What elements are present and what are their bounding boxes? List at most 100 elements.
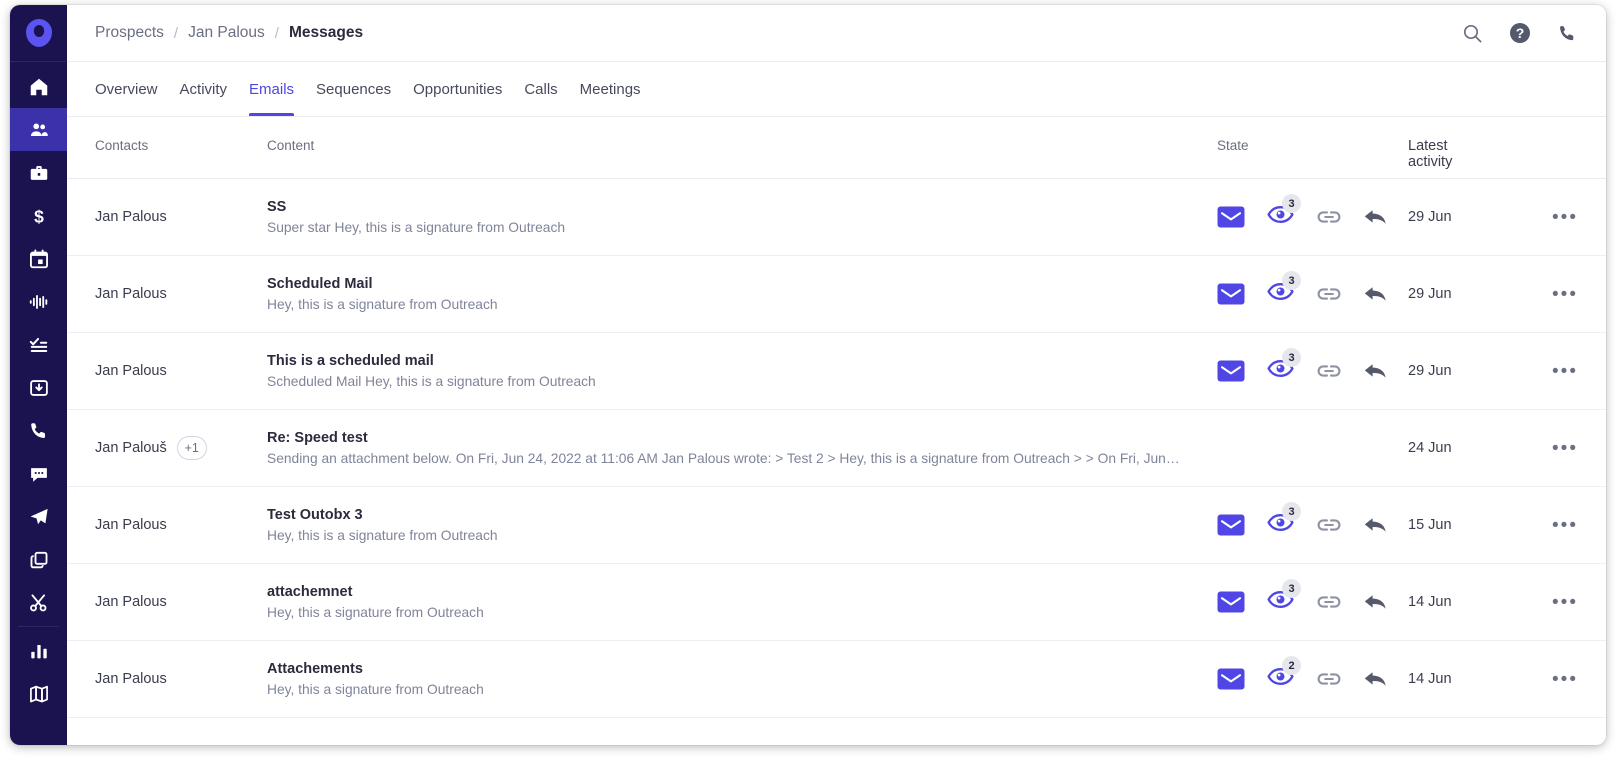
contact-name[interactable]: Jan Palous — [95, 363, 167, 379]
tab-label: Meetings — [579, 80, 641, 98]
sidebar-item-voice[interactable] — [10, 280, 67, 323]
row-more-menu-icon[interactable]: ••• — [1552, 593, 1578, 612]
contact-name[interactable]: Jan Palous — [95, 594, 167, 610]
sidebar-item-calls[interactable] — [10, 409, 67, 452]
link-icon[interactable] — [1316, 671, 1342, 687]
envelope-icon[interactable] — [1217, 360, 1245, 382]
column-header-content: Content — [267, 138, 315, 153]
contact-name[interactable]: Jan Palous — [95, 671, 167, 687]
link-icon[interactable] — [1316, 517, 1342, 533]
reply-icon[interactable] — [1364, 592, 1388, 612]
sidebar-item-inbox[interactable] — [10, 366, 67, 409]
view-count-badge: 2 — [1282, 656, 1301, 675]
link-icon[interactable] — [1316, 363, 1342, 379]
sidebar-item-templates[interactable] — [10, 538, 67, 581]
sidebar-item-sequences[interactable] — [10, 495, 67, 538]
email-subject[interactable]: Re: Speed test — [267, 430, 1183, 446]
tab-activity[interactable]: Activity — [169, 62, 239, 116]
header-actions: ? — [1462, 22, 1578, 44]
main-area: Prospects / Jan Palous / Messages ? Over… — [67, 5, 1606, 745]
row-more-menu-icon[interactable]: ••• — [1552, 439, 1578, 458]
table-row[interactable]: Jan Palous SS Super star Hey, this is a si… — [67, 179, 1606, 256]
breadcrumb-item-prospects[interactable]: Prospects — [95, 24, 164, 42]
table-row[interactable]: Jan Palous Test Outobx 3 Hey, this is a si… — [67, 487, 1606, 564]
state-icon-group: 3 — [1217, 579, 1388, 614]
contact-name[interactable]: Jan Palous — [95, 286, 167, 302]
table-row[interactable]: Jan Palous Scheduled Mail Hey, this is a s… — [67, 256, 1606, 333]
row-more-menu-icon[interactable]: ••• — [1552, 285, 1578, 304]
sidebar-item-snippets[interactable] — [10, 581, 67, 624]
sidebar-item-home[interactable] — [10, 65, 67, 108]
contact-name[interactable]: Jan Palous — [95, 209, 167, 225]
tab-label: Emails — [249, 80, 295, 98]
email-subject[interactable]: attachemnet — [267, 584, 1183, 600]
envelope-icon[interactable] — [1217, 591, 1245, 613]
sidebar-item-reports[interactable] — [10, 629, 67, 672]
row-state-cell: 3 — [1203, 348, 1408, 383]
link-icon[interactable] — [1316, 209, 1342, 225]
view-count-wrapper: 3 — [1267, 502, 1301, 537]
reply-icon[interactable] — [1364, 284, 1388, 304]
envelope-icon[interactable] — [1217, 668, 1245, 690]
table-row[interactable]: Jan Palous Attachements Hey, this a signat… — [67, 641, 1606, 718]
envelope-icon[interactable] — [1217, 283, 1245, 305]
reply-icon[interactable] — [1364, 669, 1388, 689]
reply-icon[interactable] — [1364, 207, 1388, 227]
contact-name[interactable]: Jan Palouš — [95, 440, 167, 456]
table-row[interactable]: Jan Palouš +1 Re: Speed test Sending an att… — [67, 410, 1606, 487]
tab-label: Activity — [179, 80, 228, 98]
tab-meetings[interactable]: Meetings — [569, 62, 652, 116]
sidebar-item-prospects[interactable] — [10, 108, 67, 151]
tab-sequences[interactable]: Sequences — [305, 62, 402, 116]
sidebar-item-tasks[interactable] — [10, 323, 67, 366]
search-icon[interactable] — [1462, 23, 1483, 44]
email-subject[interactable]: Scheduled Mail — [267, 276, 1183, 292]
email-subject[interactable]: SS — [267, 199, 1183, 215]
phone-icon[interactable] — [1557, 23, 1578, 44]
view-count-badge: 3 — [1282, 348, 1301, 367]
tab-emails[interactable]: Emails — [238, 62, 305, 116]
latest-activity-date: 29 Jun — [1408, 209, 1452, 225]
extra-contacts-badge[interactable]: +1 — [176, 436, 207, 460]
envelope-icon[interactable] — [1217, 206, 1245, 228]
tab-opportunities[interactable]: Opportunities — [402, 62, 513, 116]
row-more-menu-icon[interactable]: ••• — [1552, 670, 1578, 689]
table-row[interactable]: Jan Palous attachemnet Hey, this a signatu… — [67, 564, 1606, 641]
reply-icon[interactable] — [1364, 361, 1388, 381]
row-state-cell: 2 — [1203, 656, 1408, 691]
tab-label: Overview — [95, 80, 158, 98]
link-icon[interactable] — [1316, 286, 1342, 302]
sidebar-item-accounts[interactable] — [10, 151, 67, 194]
row-more-menu-icon[interactable]: ••• — [1552, 208, 1578, 227]
email-subject[interactable]: Attachements — [267, 661, 1183, 677]
email-subject[interactable]: Test Outobx 3 — [267, 507, 1183, 523]
row-contact-cell: Jan Palous — [95, 286, 267, 302]
row-content-cell: SS Super star Hey, this is a signature fr… — [267, 199, 1203, 235]
breadcrumb-item-jan-palous[interactable]: Jan Palous — [188, 24, 265, 42]
help-icon[interactable]: ? — [1509, 22, 1531, 44]
sidebar-item-meetings[interactable] — [10, 237, 67, 280]
column-header-latest-activity: Latest activity — [1408, 138, 1528, 170]
email-subject[interactable]: This is a scheduled mail — [267, 353, 1183, 369]
email-preview: Sending an attachment below. On Fri, Jun… — [267, 451, 1180, 466]
tab-overview[interactable]: Overview — [95, 62, 169, 116]
row-more-menu-icon[interactable]: ••• — [1552, 362, 1578, 381]
reply-icon[interactable] — [1364, 515, 1388, 535]
column-header-state-label: State — [1217, 138, 1249, 153]
row-content-cell: attachemnet Hey, this a signature from Ou… — [267, 584, 1203, 620]
row-contact-cell: Jan Palous — [95, 209, 267, 225]
outreach-logo[interactable] — [10, 5, 67, 62]
sidebar-item-chat[interactable] — [10, 452, 67, 495]
tab-calls[interactable]: Calls — [513, 62, 568, 116]
link-icon[interactable] — [1316, 594, 1342, 610]
row-menu-cell: ••• — [1528, 285, 1578, 304]
contact-name[interactable]: Jan Palous — [95, 517, 167, 533]
email-preview: Super star Hey, this is a signature from… — [267, 220, 566, 235]
row-more-menu-icon[interactable]: ••• — [1552, 516, 1578, 535]
emails-table: Contacts Content State Latest activity J… — [67, 117, 1606, 745]
row-contact-cell: Jan Palous — [95, 594, 267, 610]
table-row[interactable]: Jan Palous This is a scheduled mail Schedu… — [67, 333, 1606, 410]
envelope-icon[interactable] — [1217, 514, 1245, 536]
sidebar-item-opportunities[interactable]: $ — [10, 194, 67, 237]
sidebar-item-governance[interactable] — [10, 672, 67, 715]
